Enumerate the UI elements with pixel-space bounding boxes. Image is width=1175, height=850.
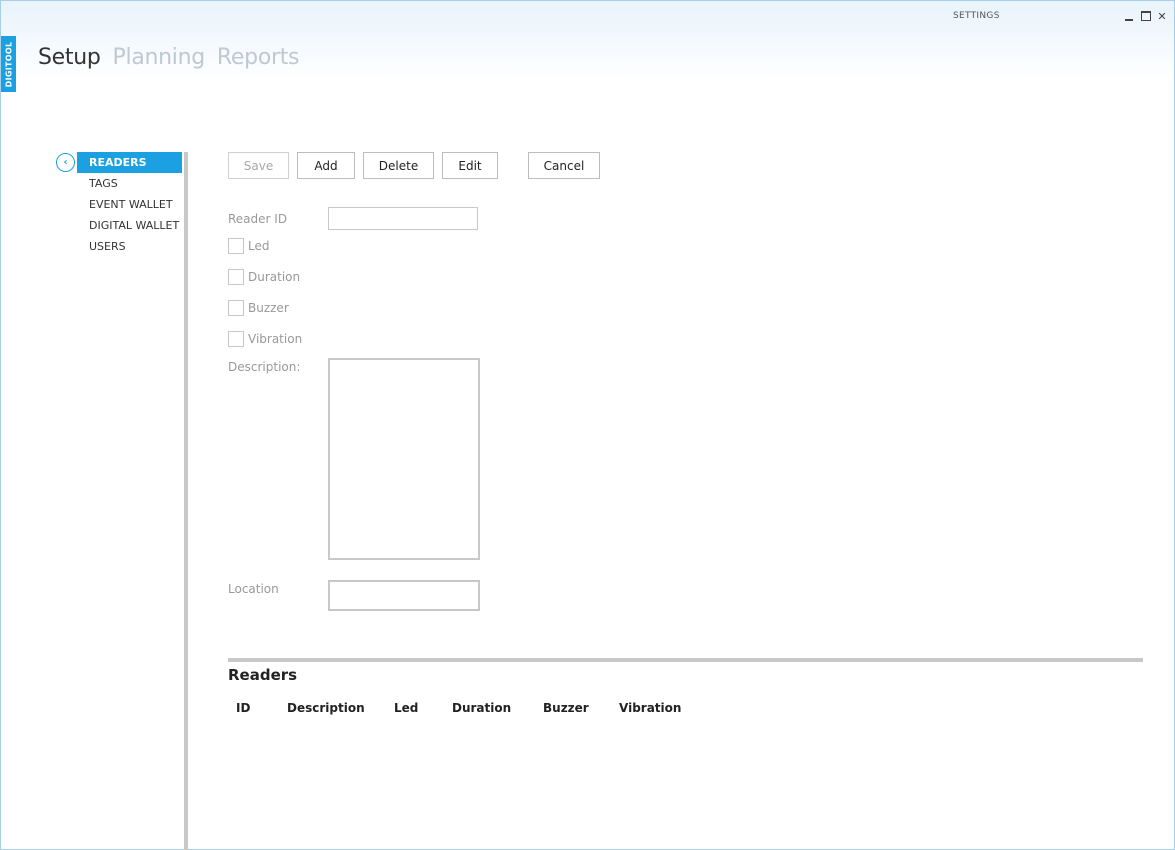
led-label: Led — [248, 239, 270, 253]
buzzer-row: Buzzer — [228, 300, 289, 316]
readers-grid-title: Readers — [228, 666, 298, 684]
location-input[interactable] — [328, 580, 480, 611]
column-header-buzzer[interactable]: Buzzer — [543, 701, 589, 715]
brand-label: DIGITOOL — [4, 41, 13, 87]
description-input[interactable] — [328, 358, 480, 560]
delete-button[interactable]: Delete — [363, 152, 434, 179]
reader-id-label: Reader ID — [228, 212, 288, 226]
location-label: Location — [228, 582, 279, 596]
nav-setup[interactable]: Setup — [38, 45, 101, 70]
window-title: SETTINGS — [953, 11, 1000, 21]
close-icon[interactable]: ✕ — [1155, 9, 1169, 23]
duration-checkbox[interactable] — [228, 269, 244, 285]
cancel-button[interactable]: Cancel — [528, 152, 600, 179]
sidebar-item-users[interactable]: USERS — [77, 236, 182, 257]
settings-window: DIGITOOL SETTINGS ✕ Setup Planning Repor… — [0, 0, 1175, 850]
vibration-row: Vibration — [228, 331, 302, 347]
duration-label: Duration — [248, 270, 301, 284]
column-header-duration[interactable]: Duration — [452, 701, 511, 715]
minimize-icon[interactable] — [1122, 9, 1136, 23]
description-label: Description: — [228, 360, 301, 374]
brand-tab[interactable]: DIGITOOL — [1, 36, 16, 92]
sidebar-divider — [184, 152, 188, 850]
save-button[interactable]: Save — [228, 152, 289, 179]
sidebar-item-digital-wallet[interactable]: DIGITAL WALLET — [77, 215, 182, 236]
maximize-icon[interactable] — [1139, 9, 1153, 23]
column-header-description[interactable]: Description — [287, 701, 365, 715]
led-row: Led — [228, 238, 269, 254]
nav-planning[interactable]: Planning — [113, 45, 206, 70]
nav-reports[interactable]: Reports — [217, 45, 300, 70]
buzzer-label: Buzzer — [248, 301, 289, 315]
vibration-checkbox[interactable] — [228, 331, 244, 347]
sidebar-item-tags[interactable]: TAGS — [77, 173, 182, 194]
reader-id-input[interactable] — [328, 207, 478, 230]
duration-row: Duration — [228, 269, 300, 285]
sidebar-item-readers[interactable]: READERS — [77, 152, 182, 173]
sidebar: READERS TAGS EVENT WALLET DIGITAL WALLET… — [77, 152, 182, 257]
buzzer-checkbox[interactable] — [228, 300, 244, 316]
add-button[interactable]: Add — [297, 152, 355, 179]
main-nav: Setup Planning Reports — [38, 45, 300, 70]
back-arrow-icon[interactable]: ‹ — [56, 153, 75, 172]
vibration-label: Vibration — [248, 332, 303, 346]
sidebar-item-event-wallet[interactable]: EVENT WALLET — [77, 194, 182, 215]
led-checkbox[interactable] — [228, 238, 244, 254]
grid-separator — [228, 658, 1143, 662]
edit-button[interactable]: Edit — [442, 152, 498, 179]
column-header-vibration[interactable]: Vibration — [619, 701, 681, 715]
column-header-id[interactable]: ID — [236, 701, 250, 715]
column-header-led[interactable]: Led — [394, 701, 418, 715]
